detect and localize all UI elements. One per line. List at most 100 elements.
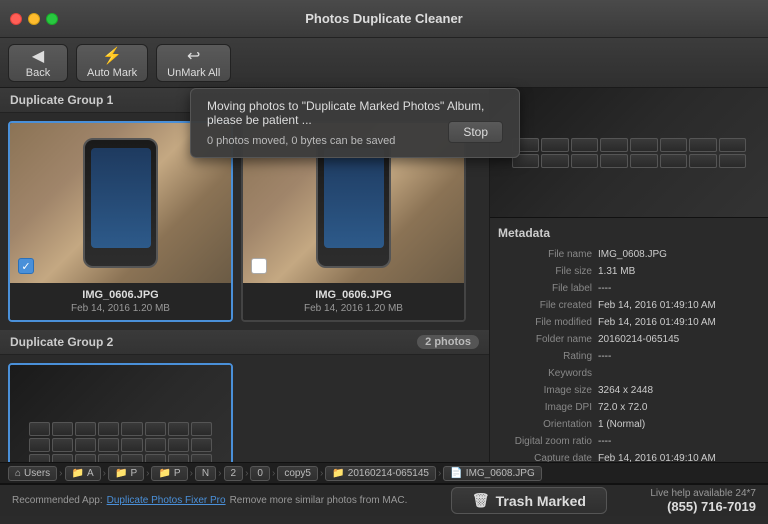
right-panel: Metadata File name IMG_0608.JPG File siz… [490, 88, 768, 462]
phone-screen [91, 148, 151, 248]
metadata-capture-date: Capture date Feb 14, 2016 01:49:10 AM [498, 450, 760, 462]
group-2-photos: IMG_0608.JPG Feb 14, 2016 1.31 MB [0, 355, 489, 462]
key [52, 454, 73, 462]
folder-icon: 📁 [158, 468, 170, 479]
key [541, 138, 569, 152]
breadcrumb-2[interactable]: 2 [224, 466, 244, 481]
photo-checkbox[interactable] [251, 258, 267, 274]
breadcrumb-folder-date[interactable]: 📁 20160214-065145 [325, 466, 436, 481]
folder-icon: 📁 [115, 468, 127, 479]
key [145, 422, 166, 436]
breadcrumb-copy5[interactable]: copy5 [277, 466, 318, 481]
photo-checkbox[interactable]: ✓ [18, 258, 34, 274]
key [98, 454, 119, 462]
key [571, 154, 599, 168]
key [600, 154, 628, 168]
key [541, 154, 569, 168]
progress-stats: 0 photos moved, 0 bytes can be saved [207, 135, 395, 147]
breadcrumb-file[interactable]: 📄 IMG_0608.JPG [443, 466, 541, 481]
phone-screen [324, 148, 384, 248]
metadata-file-name: File name IMG_0608.JPG [498, 246, 760, 263]
bottom-right: Live help available 24*7 (855) 716-7019 [650, 488, 756, 514]
metadata-keywords: Keywords [498, 365, 760, 382]
key [600, 138, 628, 152]
key [98, 438, 119, 452]
bottom-left: Recommended App: Duplicate Photos Fixer … [12, 495, 407, 506]
photo-thumbnail [10, 365, 231, 462]
back-icon: ◀ [32, 46, 44, 66]
breadcrumb-sep: › [438, 468, 441, 479]
breadcrumb-sep: › [245, 468, 248, 479]
stop-button[interactable]: Stop [448, 121, 503, 143]
key [145, 438, 166, 452]
key [29, 438, 50, 452]
metadata-file-created: File created Feb 14, 2016 01:49:10 AM [498, 297, 760, 314]
duplicate-fixer-link[interactable]: Duplicate Photos Fixer Pro [107, 495, 226, 506]
maximize-button[interactable] [46, 13, 58, 25]
breadcrumb-users[interactable]: ⌂ Users [8, 466, 57, 481]
trash-label: Trash Marked [496, 493, 586, 509]
key [75, 422, 96, 436]
key [719, 138, 747, 152]
title-bar: Photos Duplicate Cleaner [0, 0, 768, 38]
phone-shape [83, 138, 158, 268]
breadcrumb-sep: › [272, 468, 275, 479]
breadcrumb-p2[interactable]: 📁 P [151, 466, 187, 481]
key [168, 454, 189, 462]
close-button[interactable] [10, 13, 22, 25]
keyboard-image [10, 365, 231, 462]
key [719, 154, 747, 168]
key [75, 438, 96, 452]
key [571, 138, 599, 152]
metadata-image-dpi: Image DPI 72.0 x 72.0 [498, 399, 760, 416]
key [660, 138, 688, 152]
photo-info: IMG_0606.JPG Feb 14, 2016 1.20 MB [10, 283, 231, 320]
key [168, 438, 189, 452]
back-button[interactable]: ◀ Back [8, 44, 68, 82]
auto-mark-button[interactable]: ⚡ Auto Mark [76, 44, 148, 82]
window-controls [10, 13, 58, 25]
breadcrumb-sep: › [218, 468, 221, 479]
folder-icon: 📁 [72, 468, 84, 479]
metadata-orientation: Orientation 1 (Normal) [498, 416, 760, 433]
metadata-file-label: File label ---- [498, 280, 760, 297]
key [191, 438, 212, 452]
trash-marked-button[interactable]: 🗑 Trash Marked [451, 487, 607, 514]
metadata-file-modified: File modified Feb 14, 2016 01:49:10 AM [498, 314, 760, 331]
unmark-all-button[interactable]: ↩ UnMark All [156, 44, 231, 82]
trash-icon: 🗑 [472, 492, 490, 509]
breadcrumb-0[interactable]: 0 [250, 466, 270, 481]
metadata-folder-name: Folder name 20160214-065145 [498, 331, 760, 348]
breadcrumb-p1[interactable]: 📁 P [108, 466, 144, 481]
metadata-file-size: File size 1.31 MB [498, 263, 760, 280]
bottom-bar: Recommended App: Duplicate Photos Fixer … [0, 484, 768, 516]
key [630, 138, 658, 152]
key [191, 454, 212, 462]
toolbar: ◀ Back ⚡ Auto Mark ↩ UnMark All Moving p… [0, 38, 768, 88]
progress-banner: Moving photos to "Duplicate Marked Photo… [190, 88, 520, 158]
key [29, 422, 50, 436]
breadcrumb-sep: › [103, 468, 106, 479]
key [52, 438, 73, 452]
metadata-digital-zoom: Digital zoom ratio ---- [498, 433, 760, 450]
breadcrumb-n[interactable]: N [195, 466, 216, 481]
key [660, 154, 688, 168]
unmark-icon: ↩ [187, 46, 200, 66]
file-icon: 📄 [450, 468, 462, 479]
photo-item[interactable]: IMG_0608.JPG Feb 14, 2016 1.31 MB [8, 363, 233, 462]
key [689, 138, 717, 152]
metadata-rating: Rating ---- [498, 348, 760, 365]
keyboard-keys [21, 414, 220, 462]
group-2-header: Duplicate Group 2 2 photos [0, 330, 489, 355]
metadata-title: Metadata [498, 226, 760, 240]
auto-mark-icon: ⚡ [102, 46, 122, 66]
key [168, 422, 189, 436]
minimize-button[interactable] [28, 13, 40, 25]
metadata-panel: Metadata File name IMG_0608.JPG File siz… [490, 218, 768, 462]
folder-icon: 📁 [332, 468, 344, 479]
breadcrumb-a[interactable]: 📁 A [65, 466, 101, 481]
preview-keyboard-keys [504, 130, 754, 176]
checkbox-unchecked-icon[interactable] [251, 258, 267, 274]
checkbox-checked-icon[interactable]: ✓ [18, 258, 34, 274]
key [121, 454, 142, 462]
